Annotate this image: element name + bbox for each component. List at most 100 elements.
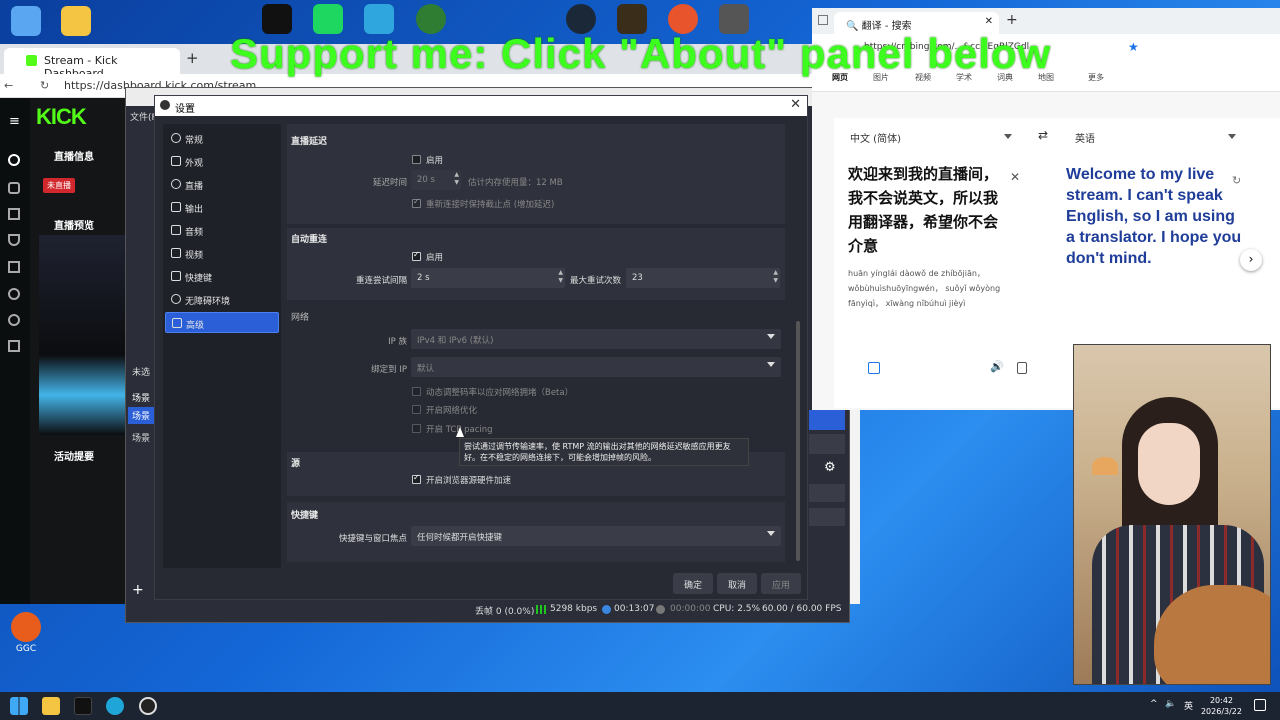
bind-ip-select[interactable]: 默认 bbox=[411, 357, 781, 377]
star-icon[interactable]: ★ bbox=[1128, 40, 1139, 54]
users-icon[interactable] bbox=[8, 314, 20, 326]
preserve-cutoff-checkbox[interactable] bbox=[412, 197, 421, 208]
mouse-cursor-icon bbox=[456, 427, 464, 437]
translation-text: Welcome to my live stream. I can't speak… bbox=[1066, 166, 1242, 267]
tab-kick-dashboard[interactable]: Stream - Kick Dashboard bbox=[4, 48, 180, 80]
clear-icon[interactable]: ✕ bbox=[1010, 170, 1020, 184]
notification-icon[interactable] bbox=[1254, 699, 1266, 711]
delay-time-field[interactable]: 20 s ▲ ▼ bbox=[411, 170, 461, 190]
new-tab-button[interactable]: + bbox=[186, 49, 199, 67]
control-button[interactable] bbox=[809, 508, 845, 526]
broadcast-icon[interactable] bbox=[8, 154, 20, 166]
field-value: 2 s bbox=[417, 273, 430, 283]
scene-item-selected[interactable]: 场景 bbox=[128, 407, 154, 424]
keyboard-icon bbox=[171, 271, 181, 281]
live-dot-icon bbox=[602, 605, 611, 614]
nav-stream[interactable]: 直播 bbox=[165, 174, 279, 195]
nav-advanced[interactable]: 高级 bbox=[165, 312, 279, 333]
obs-status-bar: 丢帧 0 (0.0%) 5298 kbps 00:13:07 00:00:00 … bbox=[126, 598, 849, 622]
menu-icon[interactable]: ≡ bbox=[9, 114, 20, 129]
close-icon[interactable]: ✕ bbox=[790, 97, 801, 112]
tiktok-taskbar-icon[interactable] bbox=[74, 697, 92, 715]
obs-taskbar-icon[interactable] bbox=[139, 697, 157, 715]
content-scrollbar[interactable] bbox=[796, 321, 800, 561]
nav-appearance[interactable]: 外观 bbox=[165, 151, 279, 172]
not-live-badge: 未直播 bbox=[43, 178, 75, 193]
spin-arrows-icon[interactable]: ▲ ▼ bbox=[558, 269, 563, 285]
scene-item[interactable]: 场景 bbox=[132, 391, 150, 404]
refresh-icon[interactable]: ↻ bbox=[40, 79, 49, 92]
scene-item[interactable]: 场景 bbox=[132, 431, 150, 444]
nav-audio[interactable]: 音频 bbox=[165, 220, 279, 241]
dynamic-bitrate-checkbox[interactable] bbox=[412, 387, 421, 396]
back-icon[interactable]: ← bbox=[4, 79, 13, 92]
source-text[interactable]: 欢迎来到我的直播间，我不会说英文，所以我用翻译器，希望你不会介意 bbox=[848, 162, 1008, 258]
desktop-icon-ggc[interactable]: GGC bbox=[6, 612, 46, 654]
nav-accessibility[interactable]: 无障碍环境 bbox=[165, 289, 279, 310]
layout-icon[interactable] bbox=[8, 261, 20, 273]
ip-family-select[interactable]: IPv4 和 IPv6 (默认) bbox=[411, 329, 781, 349]
close-icon[interactable]: ✕ bbox=[985, 16, 993, 27]
apply-button[interactable]: 应用 bbox=[761, 573, 801, 594]
desktop-icon-folder[interactable] bbox=[56, 6, 96, 38]
speaker-icon[interactable]: 🔊 bbox=[990, 360, 1004, 373]
nav-hotkeys[interactable]: 快捷键 bbox=[165, 266, 279, 287]
copy-icon[interactable] bbox=[1017, 362, 1027, 374]
nav-more[interactable]: 更多 bbox=[1088, 72, 1104, 83]
wrench-icon[interactable] bbox=[8, 288, 20, 300]
desktop-icon-pc[interactable] bbox=[6, 6, 46, 38]
hotkey-focus-select[interactable]: 任何时候都开启快捷键 bbox=[411, 526, 781, 546]
nav-label: 音频 bbox=[185, 228, 204, 238]
palette-icon bbox=[171, 156, 181, 166]
dynamic-bitrate-label: 动态调整码率以应对网络拥堵（Beta） bbox=[426, 388, 574, 398]
control-button[interactable] bbox=[809, 434, 845, 454]
edge-icon[interactable] bbox=[106, 697, 124, 715]
retry-delay-field[interactable]: 2 s ▲ ▼ bbox=[411, 268, 565, 288]
delay-enable-checkbox[interactable] bbox=[412, 155, 421, 164]
group-title: 源 bbox=[291, 459, 301, 469]
cancel-button[interactable]: 取消 bbox=[717, 573, 757, 594]
window-menu-icon[interactable] bbox=[818, 15, 828, 25]
next-arrow-icon[interactable]: › bbox=[1240, 249, 1262, 271]
link-icon[interactable] bbox=[8, 182, 20, 194]
source-lang-select[interactable]: 中文 (简体) bbox=[850, 130, 901, 145]
spin-arrows-icon[interactable]: ▲ ▼ bbox=[773, 269, 778, 285]
spin-arrows-icon[interactable]: ▲ ▼ bbox=[454, 171, 459, 187]
net-optimize-checkbox[interactable] bbox=[412, 405, 421, 414]
settings-titlebar: 设置 ✕ bbox=[155, 96, 807, 116]
add-scene-button[interactable]: + bbox=[132, 582, 144, 598]
group-title: 自动重连 bbox=[291, 235, 328, 245]
field-value: 23 bbox=[632, 273, 643, 283]
taskbar-clock[interactable]: 20:42 2026/3/22 bbox=[1201, 695, 1242, 717]
scenes-header: 未选 bbox=[132, 368, 151, 378]
control-button[interactable] bbox=[809, 484, 845, 502]
ime-indicator[interactable]: 英 bbox=[1184, 699, 1193, 712]
chart-icon[interactable] bbox=[8, 208, 20, 220]
accessibility-icon bbox=[171, 294, 181, 304]
desktop-icon-label: GGC bbox=[15, 644, 37, 654]
target-lang-select[interactable]: 英语 bbox=[1075, 130, 1095, 145]
mod-icon[interactable] bbox=[8, 340, 20, 352]
camera-search-icon[interactable] bbox=[868, 362, 880, 374]
nav-output[interactable]: 输出 bbox=[165, 197, 279, 218]
nav-video[interactable]: 视频 bbox=[165, 243, 279, 264]
delay-time-label: 延迟时间 bbox=[372, 178, 407, 188]
refresh-icon[interactable]: ↻ bbox=[1232, 174, 1241, 187]
nav-label: 直播 bbox=[185, 182, 204, 192]
hw-accel-checkbox[interactable] bbox=[412, 473, 421, 484]
volume-icon[interactable]: 🔈 bbox=[1165, 699, 1176, 709]
nav-general[interactable]: 常规 bbox=[165, 128, 279, 149]
nav-label: 高级 bbox=[186, 321, 205, 331]
file-explorer-icon[interactable] bbox=[42, 697, 60, 715]
gear-icon[interactable]: ⚙ bbox=[824, 460, 836, 475]
windows-start-icon[interactable] bbox=[10, 697, 28, 715]
swap-icon[interactable]: ⇄ bbox=[1038, 128, 1048, 142]
tray-chevron-icon[interactable]: ^ bbox=[1150, 699, 1158, 709]
tcp-pacing-checkbox[interactable] bbox=[412, 424, 421, 433]
ok-button[interactable]: 确定 bbox=[673, 573, 713, 594]
new-tab-button[interactable]: + bbox=[1006, 12, 1018, 28]
trophy-icon[interactable] bbox=[8, 234, 20, 246]
reconnect-enable-checkbox[interactable] bbox=[412, 250, 421, 261]
max-retries-field[interactable]: 23 ▲ ▼ bbox=[626, 268, 780, 288]
control-button-blue[interactable] bbox=[809, 410, 845, 430]
